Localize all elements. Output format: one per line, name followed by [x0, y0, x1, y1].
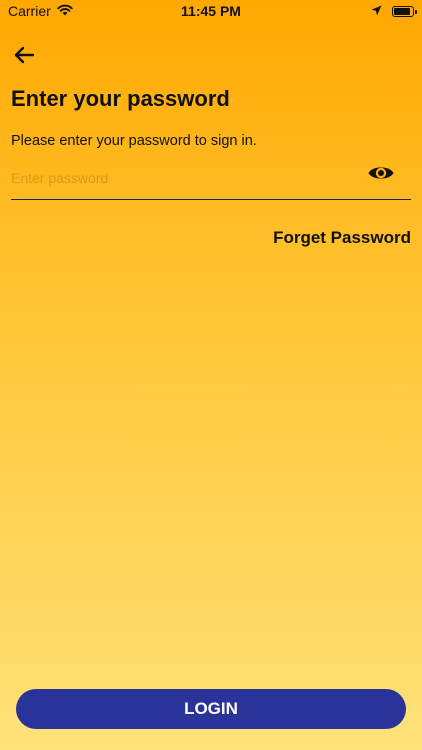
- toggle-password-visibility-button[interactable]: [367, 164, 395, 186]
- status-time: 11:45 PM: [181, 3, 241, 19]
- password-input[interactable]: [11, 164, 351, 192]
- page-subtitle: Please enter your password to sign in.: [11, 133, 257, 149]
- password-field: [11, 160, 411, 200]
- login-button[interactable]: LOGIN: [16, 689, 406, 729]
- login-screen: Carrier 11:45 PM Enter your password Ple…: [0, 0, 422, 750]
- arrow-left-icon: [13, 45, 35, 70]
- forget-password-link[interactable]: Forget Password: [273, 228, 411, 248]
- status-bar: Carrier 11:45 PM: [0, 0, 422, 22]
- back-button[interactable]: [11, 44, 37, 70]
- battery-icon: [392, 5, 417, 17]
- status-right: [371, 3, 417, 19]
- eye-icon: [367, 163, 395, 188]
- page-title: Enter your password: [11, 86, 230, 111]
- location-arrow-icon: [371, 3, 382, 19]
